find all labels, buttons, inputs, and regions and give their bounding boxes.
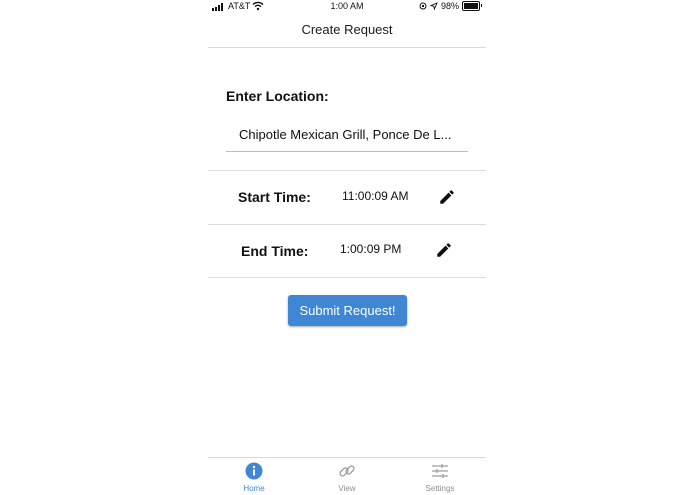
battery-percent: 98% — [440, 1, 459, 11]
battery-fill — [464, 3, 478, 9]
start-time-label: Start Time: — [238, 189, 311, 205]
divider — [208, 277, 486, 278]
location-arrow-icon — [429, 2, 438, 10]
info-icon — [245, 462, 263, 480]
sliders-icon — [432, 464, 448, 478]
end-time-value: 1:00:09 PM — [340, 242, 402, 256]
start-time-value: 11:00:09 AM — [342, 189, 409, 203]
edit-start-time-pencil-icon[interactable] — [438, 188, 456, 206]
location-label: Enter Location: — [226, 88, 329, 104]
divider — [208, 170, 486, 171]
tab-view[interactable]: View — [301, 461, 393, 495]
orientation-lock-icon — [419, 2, 427, 10]
status-right: 98% — [419, 1, 482, 11]
status-bar: AT&T 1:00 AM 98% — [208, 0, 486, 14]
submit-request-button[interactable]: Submit Request! — [288, 295, 407, 326]
location-value: Chipotle Mexican Grill, Ponce De L... — [239, 127, 452, 142]
link-icon — [339, 465, 355, 477]
edit-end-time-pencil-icon[interactable] — [435, 241, 453, 259]
divider — [208, 224, 486, 225]
tab-label: Home — [243, 484, 265, 493]
tab-settings[interactable]: Settings — [394, 461, 486, 495]
tab-home[interactable]: Home — [208, 461, 300, 495]
tab-label: Settings — [425, 484, 455, 493]
phone-screen: AT&T 1:00 AM 98% Create Request Enter Lo… — [208, 0, 486, 494]
page-title: Create Request — [301, 22, 393, 37]
location-input[interactable]: Chipotle Mexican Grill, Ponce De L... — [226, 120, 468, 152]
nav-bar: Create Request — [208, 14, 486, 48]
battery-icon — [462, 1, 482, 11]
tab-label: View — [338, 484, 356, 493]
tab-bar: Home View Settings — [208, 457, 486, 495]
end-time-label: End Time: — [241, 243, 309, 259]
